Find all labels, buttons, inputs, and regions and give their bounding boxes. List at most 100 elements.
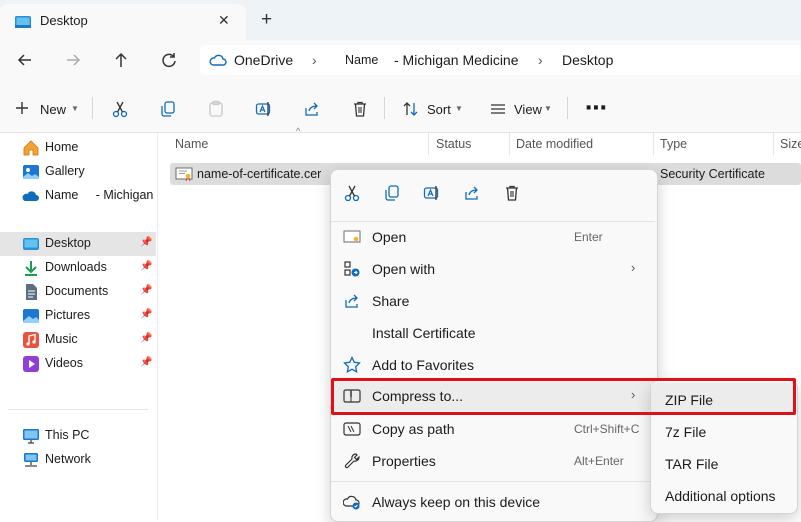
- share-icon[interactable]: [463, 184, 481, 202]
- column-divider[interactable]: [773, 133, 774, 155]
- home-icon: [22, 139, 40, 157]
- menu-item-label: Share: [372, 293, 410, 309]
- cut-icon[interactable]: [111, 100, 129, 118]
- gallery-icon: [22, 163, 40, 181]
- column-divider[interactable]: [653, 133, 654, 155]
- open-with-icon: [343, 260, 361, 278]
- copy-path-icon: [343, 420, 361, 438]
- view-icon[interactable]: [489, 101, 507, 117]
- pin-icon[interactable]: 📌: [140, 237, 152, 251]
- nav-item-desktop[interactable]: Desktop 📌: [0, 232, 156, 256]
- menu-item-shortcut: Ctrl+Shift+C: [574, 422, 640, 436]
- wrench-icon: [343, 452, 361, 470]
- onedrive-icon: [22, 187, 40, 205]
- back-icon[interactable]: [16, 51, 34, 69]
- pin-icon[interactable]: 📌: [140, 285, 152, 299]
- videos-icon: [22, 355, 40, 373]
- column-divider[interactable]: [428, 133, 429, 155]
- nav-item-downloads[interactable]: Downloads 📌: [0, 256, 156, 280]
- column-header-status[interactable]: Status: [436, 137, 471, 151]
- cloud-icon: [209, 53, 227, 67]
- menu-item-install-certificate[interactable]: Install Certificate: [331, 318, 655, 348]
- cut-icon[interactable]: [343, 184, 361, 202]
- delete-icon[interactable]: [351, 100, 369, 118]
- refresh-icon[interactable]: [160, 51, 178, 69]
- nav-item-home[interactable]: Home: [0, 136, 156, 160]
- new-tab-button[interactable]: +: [261, 9, 272, 31]
- menu-item-share[interactable]: Share: [331, 286, 655, 316]
- breadcrumb-separator[interactable]: ›: [538, 52, 543, 68]
- copy-icon[interactable]: [159, 100, 177, 118]
- submenu-item-7z[interactable]: 7z File: [651, 416, 795, 446]
- nav-item-pictures[interactable]: Pictures 📌: [0, 304, 156, 328]
- sort-button[interactable]: Sort: [427, 102, 451, 117]
- column-header-type[interactable]: Type: [660, 137, 687, 151]
- nav-item-label: Name - Michigan: [45, 188, 154, 202]
- forward-icon[interactable]: [64, 51, 82, 69]
- chevron-down-icon[interactable]: ▼: [455, 104, 463, 113]
- open-icon: [343, 228, 361, 246]
- menu-item-open-with[interactable]: Open with ›: [331, 254, 655, 284]
- breadcrumb-separator[interactable]: ›: [312, 52, 317, 68]
- new-button[interactable]: New: [40, 102, 66, 117]
- plus-icon[interactable]: [14, 100, 30, 116]
- pin-icon[interactable]: 📌: [140, 333, 152, 347]
- close-tab-icon[interactable]: ✕: [218, 12, 230, 29]
- rename-icon[interactable]: [255, 100, 273, 118]
- share-icon[interactable]: [303, 100, 321, 118]
- file-name[interactable]: name-of-certificate.cer: [197, 167, 321, 181]
- pin-icon[interactable]: 📌: [140, 309, 152, 323]
- star-icon: [343, 356, 361, 374]
- menu-item-properties[interactable]: Properties Alt+Enter: [331, 446, 655, 476]
- nav-item-label: Network: [45, 452, 91, 466]
- nav-item-label: Home: [45, 140, 79, 154]
- chevron-down-icon[interactable]: ▼: [544, 104, 552, 113]
- menu-item-copy-as-path[interactable]: Copy as path Ctrl+Shift+C: [331, 414, 655, 444]
- menu-divider: [331, 481, 655, 482]
- chevron-down-icon[interactable]: ▼: [71, 104, 79, 113]
- sort-ascending-icon: ^: [296, 126, 301, 136]
- breadcrumb-desktop[interactable]: Desktop: [562, 52, 613, 68]
- submenu-item-additional-options[interactable]: Additional options: [651, 480, 795, 510]
- submenu-item-tar[interactable]: TAR File: [651, 448, 795, 478]
- delete-icon[interactable]: [503, 184, 521, 202]
- submenu-item-label: 7z File: [665, 424, 707, 440]
- menu-item-shortcut: Alt+Enter: [574, 454, 624, 468]
- rename-icon[interactable]: [423, 184, 441, 202]
- nav-item-label: Videos: [45, 356, 83, 370]
- nav-item-network[interactable]: Network: [0, 448, 156, 472]
- view-button[interactable]: View: [514, 102, 542, 117]
- paste-icon[interactable]: [207, 100, 225, 118]
- pin-icon[interactable]: 📌: [140, 357, 152, 371]
- nav-item-music[interactable]: Music 📌: [0, 328, 156, 352]
- nav-item-this-pc[interactable]: This PC: [0, 424, 156, 448]
- menu-item-open[interactable]: Open Enter: [331, 222, 655, 252]
- toolbar-divider: [567, 97, 568, 119]
- column-header-size[interactable]: Size: [780, 137, 801, 151]
- breadcrumb-michigan-medicine[interactable]: - Michigan Medicine: [394, 52, 519, 68]
- sort-icon[interactable]: [402, 100, 420, 118]
- nav-item-documents[interactable]: Documents 📌: [0, 280, 156, 304]
- menu-item-label: Properties: [372, 453, 436, 469]
- nav-item-label: Gallery: [45, 164, 85, 178]
- more-options-icon[interactable]: ⋯: [585, 95, 607, 121]
- nav-item-label: Desktop: [45, 236, 91, 250]
- toolbar-divider: [384, 97, 385, 119]
- cloud-check-icon: [343, 493, 361, 511]
- menu-item-always-keep[interactable]: Always keep on this device: [331, 487, 655, 517]
- up-icon[interactable]: [112, 51, 130, 69]
- menu-item-add-to-favorites[interactable]: Add to Favorites: [331, 350, 655, 380]
- column-header-date-modified[interactable]: Date modified: [516, 137, 593, 151]
- pin-icon[interactable]: 📌: [140, 261, 152, 275]
- breadcrumb-name[interactable]: Name: [345, 53, 378, 67]
- nav-item-onedrive[interactable]: Name - Michigan: [0, 184, 156, 208]
- breadcrumb-onedrive[interactable]: OneDrive: [234, 52, 293, 68]
- pc-icon: [22, 427, 40, 445]
- nav-item-gallery[interactable]: Gallery: [0, 160, 156, 184]
- column-divider[interactable]: [509, 133, 510, 155]
- nav-item-videos[interactable]: Videos 📌: [0, 352, 156, 376]
- tab-desktop[interactable]: Desktop ✕: [0, 4, 246, 40]
- column-header-name[interactable]: Name: [175, 137, 208, 151]
- menu-item-shortcut: Enter: [574, 230, 603, 244]
- copy-icon[interactable]: [383, 184, 401, 202]
